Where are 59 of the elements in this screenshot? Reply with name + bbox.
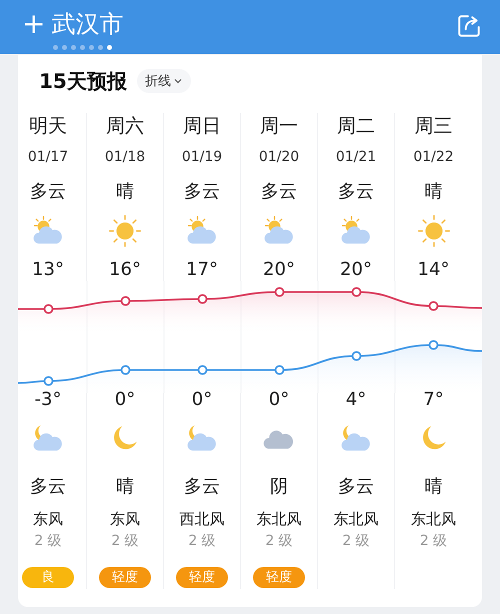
night-condition: 多云 — [30, 475, 66, 499]
night-condition: 晴 — [116, 475, 134, 499]
sun-icon — [107, 213, 143, 249]
night-condition: 晴 — [424, 475, 442, 499]
high-temperature: 14° — [418, 259, 450, 281]
low-temperature: 0° — [192, 389, 212, 411]
day-name: 周三 — [414, 114, 452, 139]
sun-icon — [416, 213, 452, 249]
low-temperature: 0° — [114, 389, 136, 411]
air-quality-badge: 轻度 — [176, 566, 228, 588]
high-temperature: 20° — [340, 259, 372, 281]
day-name: 周日 — [183, 114, 221, 139]
wind-level: 2 级 — [420, 532, 448, 551]
wind-level: 2 级 — [342, 532, 370, 551]
wind-level: 2 级 — [34, 532, 62, 551]
wind-direction: 西北风 — [180, 509, 224, 529]
wind-direction: 东北风 — [256, 509, 302, 529]
wind-direction: 东北风 — [334, 509, 378, 529]
night-condition: 阴 — [270, 475, 288, 499]
day-condition: 多云 — [261, 180, 297, 204]
wind-direction: 东风 — [33, 509, 63, 529]
day-date: 01/21 — [336, 148, 376, 166]
day-condition: 多云 — [184, 180, 220, 204]
night-condition: 多云 — [184, 475, 220, 499]
chart-mode-dropdown[interactable]: 折线 — [136, 69, 191, 93]
day-condition: 多云 — [338, 180, 374, 204]
share-icon[interactable] — [456, 13, 482, 39]
city-name: 武汉市 — [51, 9, 124, 39]
low-temperature: 4° — [346, 389, 366, 411]
air-quality-badge: 轻度 — [99, 566, 151, 588]
high-temperature: 13° — [32, 259, 64, 281]
day-name: 明天 — [29, 114, 67, 139]
day-date: 01/22 — [413, 148, 454, 166]
low-temperature: 7° — [423, 389, 444, 411]
day-date: 01/20 — [258, 148, 300, 166]
night-condition: 多云 — [338, 475, 374, 499]
wind-level: 2 级 — [188, 532, 216, 551]
low-temperature: -3° — [34, 389, 62, 411]
high-temperature: 16° — [109, 259, 141, 281]
wind-level: 2 级 — [265, 532, 293, 551]
caret-icon — [172, 76, 183, 86]
air-quality-badge: 轻度 — [253, 566, 305, 588]
day-condition: 多云 — [30, 180, 66, 204]
day-date: 01/19 — [182, 148, 222, 166]
day-date: 01/17 — [28, 148, 68, 166]
air-quality-badge: 良 — [22, 566, 74, 588]
day-condition: 晴 — [424, 180, 442, 204]
day-name: 周一 — [260, 114, 298, 139]
forecast-title: 15天预报 — [39, 68, 127, 94]
day-name: 周六 — [106, 114, 144, 139]
day-condition: 晴 — [116, 180, 134, 204]
high-temperature: 17° — [186, 259, 218, 281]
wind-direction: 东北风 — [411, 509, 456, 529]
day-name: 周二 — [337, 114, 375, 139]
wind-level: 2 级 — [111, 532, 139, 551]
low-temperature: 0° — [268, 389, 290, 411]
wind-direction: 东风 — [110, 509, 140, 529]
high-temperature: 20° — [263, 259, 295, 281]
day-date: 01/18 — [104, 148, 146, 166]
